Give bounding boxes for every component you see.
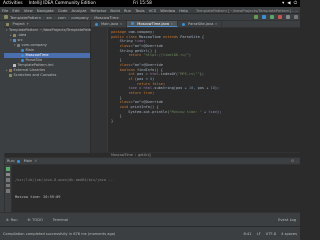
system-top-bar: Activities IntelliJ IDEA Community Editi… bbox=[0, 0, 300, 7]
iml-icon bbox=[13, 64, 16, 67]
cls-icon bbox=[21, 54, 24, 57]
tool-window-run[interactable]: 4: Run bbox=[6, 218, 18, 222]
editor-tab[interactable]: MoscowTime.java ✕ bbox=[127, 21, 179, 27]
run-icon[interactable] bbox=[270, 15, 274, 19]
close-icon[interactable]: ✕ bbox=[171, 22, 174, 26]
class-icon bbox=[182, 22, 186, 26]
menu-bar: File Edit View Navigate Code Analyze Refactor B… bbox=[0, 7, 300, 14]
search-icon[interactable] bbox=[294, 15, 298, 19]
project-folder-icon bbox=[4, 15, 8, 19]
close-icon[interactable]: ✕ bbox=[120, 22, 123, 26]
lib-icon bbox=[9, 69, 12, 72]
system-tray[interactable]: ▾ ◀ ⏻ bbox=[282, 1, 297, 6]
close-icon[interactable]: ✕ bbox=[34, 159, 37, 163]
breadcrumb-0[interactable]: TemplatePattern bbox=[10, 15, 41, 20]
power-icon: ⏻ bbox=[293, 1, 297, 6]
project-icon bbox=[6, 22, 9, 26]
menu-view[interactable]: View bbox=[24, 8, 33, 13]
tree-item[interactable]: Scratches and Consoles bbox=[4, 73, 90, 78]
project-panel-header: Project ▾ bbox=[4, 21, 90, 28]
code-line: System.out.println("Moscow time: " + tim… bbox=[111, 109, 222, 114]
menu-refactor[interactable]: Refactor bbox=[90, 8, 106, 13]
breadcrumb-1[interactable]: src bbox=[47, 15, 53, 20]
line-separator[interactable]: LF bbox=[257, 232, 261, 236]
clock[interactable]: Fri 15:58 bbox=[133, 1, 152, 6]
folder-icon bbox=[13, 34, 16, 37]
activities-button[interactable]: Activities bbox=[3, 1, 23, 6]
console-line: /usr/lib/jvm/java-8-openjdk-amd64/bin/ja… bbox=[15, 178, 115, 183]
console-line: Moscow time: 20:59:09 bbox=[15, 194, 61, 199]
tool-window-bar: 4: Run 6: TODO Terminal Event Log bbox=[0, 212, 300, 226]
menu-help[interactable]: Help bbox=[179, 8, 188, 13]
run-panel-title: Run: bbox=[7, 159, 16, 163]
gear-icon[interactable]: ⚙ bbox=[291, 159, 294, 163]
class-icon bbox=[95, 22, 98, 26]
status-bar: Compilation completed successfully in 67… bbox=[0, 226, 300, 240]
chevron-down-icon[interactable]: ▾ bbox=[27, 22, 29, 26]
pkg-icon bbox=[17, 44, 20, 47]
menu-run[interactable]: Run bbox=[124, 8, 131, 13]
cls-icon bbox=[21, 49, 24, 52]
run-config-icon[interactable] bbox=[262, 15, 266, 19]
editor-tabs: Main.java ✕ MoscowTime.java ✕ ParseSite.java… bbox=[91, 21, 300, 28]
print-icon[interactable] bbox=[6, 183, 10, 187]
build-icon[interactable] bbox=[254, 15, 258, 19]
editor-gutter bbox=[91, 28, 108, 152]
tree-item-label: Scratches and Consoles bbox=[13, 73, 57, 77]
network-icon: ▾ bbox=[282, 1, 285, 6]
folder-icon bbox=[9, 74, 12, 77]
run-config-icon bbox=[17, 159, 21, 163]
src-icon bbox=[13, 39, 16, 42]
editor-tab[interactable]: Main.java ✕ bbox=[91, 21, 128, 27]
cls-icon bbox=[21, 59, 24, 62]
navigation-bar: TemplatePattern › src › com › company › … bbox=[0, 14, 300, 21]
run-panel-header: Run: Main ✕ ⚙ – bbox=[5, 158, 300, 165]
rerun-icon[interactable] bbox=[6, 167, 10, 171]
menu-navigate[interactable]: Navigate bbox=[37, 8, 54, 13]
chevron-down-icon[interactable]: ▾ bbox=[6, 28, 8, 33]
code-content[interactable]: package com.company; public class MoscowT… bbox=[111, 30, 221, 124]
editor-tab-label: Main.java bbox=[101, 22, 119, 26]
indent-setting[interactable]: 4 spaces bbox=[281, 232, 297, 236]
editor-tab-label: MoscowTime.java bbox=[137, 21, 170, 26]
project-tree: ▾ TemplatePattern ~/IdeaProjects/Template… bbox=[4, 28, 96, 78]
project-panel: Project ▾ ▾ TemplatePattern ~/IdeaProject… bbox=[4, 21, 96, 153]
menu-file[interactable]: File bbox=[2, 8, 8, 13]
app-menu[interactable]: IntelliJ IDEA Community Edition bbox=[29, 1, 96, 6]
run-panel: Run: Main ✕ ⚙ – /usr/lib/jvm/java-8-open… bbox=[5, 157, 300, 227]
event-log-button[interactable]: Event Log bbox=[278, 218, 296, 222]
menu-code[interactable]: Code bbox=[58, 8, 68, 13]
file-encoding[interactable]: UTF-8 bbox=[266, 232, 276, 236]
menu-analyze[interactable]: Analyze bbox=[72, 8, 87, 13]
caret-position[interactable]: 8:41 bbox=[244, 232, 252, 236]
stop-icon[interactable] bbox=[286, 15, 290, 19]
run-config-name[interactable]: Main bbox=[24, 159, 33, 163]
editor-tab-label: ParseSite.java bbox=[188, 22, 214, 26]
scroll-icon[interactable] bbox=[6, 178, 10, 182]
minimize-icon[interactable]: – bbox=[296, 159, 298, 163]
tool-window-terminal[interactable]: Terminal bbox=[53, 218, 68, 222]
run-side-toolbar bbox=[5, 165, 12, 215]
code-line: } bbox=[111, 119, 114, 124]
breadcrumb-2[interactable]: com bbox=[58, 15, 66, 20]
volume-icon: ◀ bbox=[287, 1, 291, 6]
close-icon[interactable]: ✕ bbox=[215, 22, 218, 26]
status-message[interactable]: Compilation completed successfully in 67… bbox=[3, 232, 115, 236]
breadcrumb-3[interactable]: company bbox=[71, 15, 89, 20]
menu-window[interactable]: Window bbox=[160, 8, 175, 13]
trash-icon[interactable] bbox=[6, 189, 10, 193]
breadcrumb-4[interactable]: MoscowTime bbox=[94, 15, 118, 20]
stop-icon[interactable] bbox=[6, 172, 10, 176]
project-panel-title[interactable]: Project bbox=[13, 22, 25, 26]
code-editor[interactable]: package com.company; public class MoscowT… bbox=[91, 28, 300, 152]
window-title: TemplatePattern [~/IdeaProjects/Template… bbox=[195, 7, 298, 13]
menu-edit[interactable]: Edit bbox=[12, 8, 19, 13]
tool-window-todo[interactable]: 6: TODO bbox=[28, 218, 43, 222]
menu-tools[interactable]: Tools bbox=[135, 8, 144, 13]
menu-build[interactable]: Build bbox=[110, 8, 120, 13]
menu-vcs[interactable]: VCS bbox=[149, 8, 157, 13]
debug-icon[interactable] bbox=[278, 15, 282, 19]
class-icon bbox=[131, 22, 135, 25]
editor-tab[interactable]: ParseSite.java ✕ bbox=[178, 21, 223, 27]
